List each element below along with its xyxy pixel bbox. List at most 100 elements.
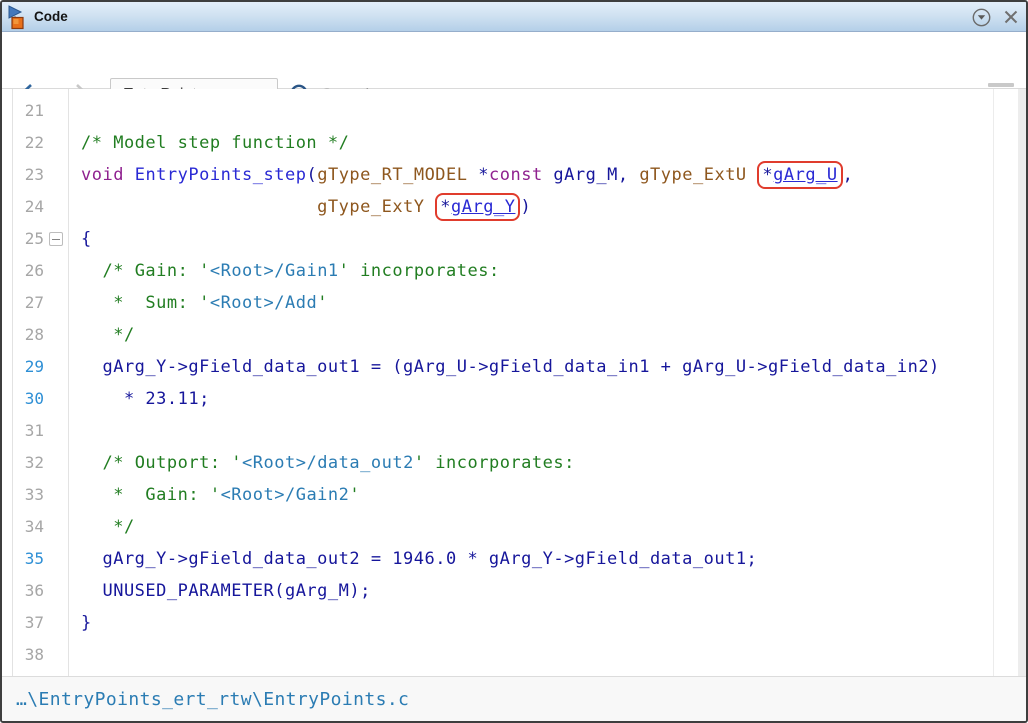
code-line[interactable]: 38 bbox=[2, 639, 1017, 671]
code-token: ' bbox=[349, 485, 360, 505]
line-content: * 23.11; bbox=[68, 383, 210, 415]
titlebar-actions bbox=[972, 2, 1018, 32]
line-number[interactable]: 24 bbox=[2, 191, 68, 223]
code-token: EntryPoints_step bbox=[135, 165, 307, 185]
line-content: gArg_Y->gField_data_out1 = (gArg_U->gFie… bbox=[68, 351, 940, 383]
code-token: ( bbox=[306, 165, 317, 185]
line-number[interactable]: 30 bbox=[2, 383, 68, 415]
line-content bbox=[68, 95, 81, 127]
code-line[interactable]: 28 */ bbox=[2, 319, 1017, 351]
code-line[interactable]: 37} bbox=[2, 607, 1017, 639]
code-window: Code bbox=[0, 0, 1028, 723]
code-token: /* Model step function */ bbox=[81, 133, 349, 153]
code-line[interactable]: 29 gArg_Y->gField_data_out1 = (gArg_U->g… bbox=[2, 351, 1017, 383]
code-token: gArg_Y->gField_data_out2 = 1946.0 * gArg… bbox=[81, 549, 757, 569]
titlebar: Code bbox=[2, 2, 1026, 32]
line-number[interactable]: 23 bbox=[2, 159, 68, 191]
code-token: , bbox=[843, 165, 854, 185]
code-lines: 2122 /* Model step function */ 23void Entr… bbox=[2, 95, 1017, 671]
line-content: { bbox=[68, 223, 92, 255]
vertical-scrollbar[interactable] bbox=[1018, 89, 1026, 676]
code-token: gArg_M, bbox=[543, 165, 640, 185]
model-element-link[interactable]: <Root>/Gain1 bbox=[210, 261, 339, 281]
line-number[interactable]: 32 bbox=[2, 447, 68, 479]
code-token: * 23.11; bbox=[81, 389, 210, 409]
code-token: ) bbox=[520, 197, 531, 217]
code-token: gType_RT_MODEL bbox=[317, 165, 467, 185]
line-content: gType_ExtY *gArg_Y) bbox=[68, 191, 531, 223]
line-content: /* Gain: '<Root>/Gain1' incorporates: bbox=[68, 255, 500, 287]
code-token: * bbox=[440, 197, 451, 217]
code-line[interactable]: 22 /* Model step function */ bbox=[2, 127, 1017, 159]
code-token: * bbox=[468, 165, 489, 185]
line-number[interactable]: 26 bbox=[2, 255, 68, 287]
code-line[interactable]: 23void EntryPoints_step(gType_RT_MODEL *… bbox=[2, 159, 1017, 191]
line-number[interactable]: 38 bbox=[2, 639, 68, 671]
line-content: void EntryPoints_step(gType_RT_MODEL *co… bbox=[68, 159, 853, 191]
code-token: * Sum: ' bbox=[81, 293, 210, 313]
line-content: } bbox=[68, 607, 92, 639]
code-line[interactable]: 35 gArg_Y->gField_data_out2 = 1946.0 * g… bbox=[2, 543, 1017, 575]
line-number[interactable]: 33 bbox=[2, 479, 68, 511]
line-content bbox=[68, 415, 81, 447]
code-line[interactable]: 30 * 23.11; bbox=[2, 383, 1017, 415]
line-number[interactable]: 37 bbox=[2, 607, 68, 639]
code-token: gType_ExtU bbox=[639, 165, 746, 185]
line-number[interactable]: 36 bbox=[2, 575, 68, 607]
code-token: /* Outport: ' bbox=[102, 453, 242, 473]
code-line[interactable]: 21 bbox=[2, 95, 1017, 127]
code-token: gArg_Y->gField_data_out1 = (gArg_U->gFie… bbox=[81, 357, 940, 377]
line-number[interactable]: 21 bbox=[2, 95, 68, 127]
code-token: UNUSED_PARAMETER(gArg_M); bbox=[81, 581, 371, 601]
annotation-box[interactable]: *gArg_U bbox=[757, 161, 842, 189]
model-element-link[interactable]: <Root>/Gain2 bbox=[221, 485, 350, 505]
line-number[interactable]: 31 bbox=[2, 415, 68, 447]
code-token: ' bbox=[317, 293, 328, 313]
dock-options-icon[interactable] bbox=[972, 8, 991, 27]
line-content: gArg_Y->gField_data_out2 = 1946.0 * gArg… bbox=[68, 543, 757, 575]
model-element-link[interactable]: <Root>/data_out2 bbox=[242, 453, 414, 473]
line-content: * Gain: '<Root>/Gain2' bbox=[68, 479, 360, 511]
code-line[interactable]: 31 bbox=[2, 415, 1017, 447]
code-line[interactable]: 33 * Gain: '<Root>/Gain2' bbox=[2, 479, 1017, 511]
code-fold-toggle[interactable] bbox=[49, 232, 63, 246]
line-number[interactable]: 22 bbox=[2, 127, 68, 159]
argument-link[interactable]: gArg_Y bbox=[451, 197, 515, 217]
line-number[interactable]: 25 bbox=[2, 223, 68, 255]
close-icon[interactable] bbox=[1004, 10, 1018, 24]
statusbar: …\EntryPoints_ert_rtw\EntryPoints.c bbox=[2, 676, 1026, 721]
code-token: * bbox=[762, 165, 773, 185]
code-token: */ bbox=[81, 517, 135, 537]
argument-link[interactable]: gArg_U bbox=[773, 165, 837, 185]
line-content: /* Outport: '<Root>/data_out2' incorpora… bbox=[68, 447, 575, 479]
code-token bbox=[124, 165, 135, 185]
line-content: */ bbox=[68, 319, 135, 351]
line-number[interactable]: 34 bbox=[2, 511, 68, 543]
annotation-box[interactable]: *gArg_Y bbox=[435, 193, 520, 221]
line-content: */ bbox=[68, 511, 135, 543]
model-element-link[interactable]: <Root>/Add bbox=[210, 293, 317, 313]
code-token bbox=[81, 453, 102, 473]
code-line[interactable]: 24 gType_ExtY *gArg_Y) bbox=[2, 191, 1017, 223]
code-token: { bbox=[81, 229, 92, 249]
line-content bbox=[68, 639, 81, 671]
line-number[interactable]: 35 bbox=[2, 543, 68, 575]
simulink-code-icon bbox=[7, 5, 31, 31]
line-number[interactable]: 27 bbox=[2, 287, 68, 319]
code-token bbox=[81, 197, 317, 217]
line-number[interactable]: 28 bbox=[2, 319, 68, 351]
code-line[interactable]: 26 /* Gain: '<Root>/Gain1' incorporates: bbox=[2, 255, 1017, 287]
line-number[interactable]: 29 bbox=[2, 351, 68, 383]
code-line[interactable]: 27 * Sum: '<Root>/Add' bbox=[2, 287, 1017, 319]
line-content: /* Model step function */ bbox=[68, 127, 349, 159]
file-path-link[interactable]: …\EntryPoints_ert_rtw\EntryPoints.c bbox=[16, 689, 409, 710]
code-token: /* Gain: ' bbox=[102, 261, 209, 281]
code-line[interactable]: 34 */ bbox=[2, 511, 1017, 543]
code-editor[interactable]: 2122 /* Model step function */ 23void Entr… bbox=[2, 89, 1026, 676]
code-token: gType_ExtY bbox=[317, 197, 424, 217]
line-content: UNUSED_PARAMETER(gArg_M); bbox=[68, 575, 371, 607]
code-line[interactable]: 36 UNUSED_PARAMETER(gArg_M); bbox=[2, 575, 1017, 607]
code-line[interactable]: 25 { bbox=[2, 223, 1017, 255]
window-title: Code bbox=[34, 9, 68, 24]
code-line[interactable]: 32 /* Outport: '<Root>/data_out2' incorp… bbox=[2, 447, 1017, 479]
